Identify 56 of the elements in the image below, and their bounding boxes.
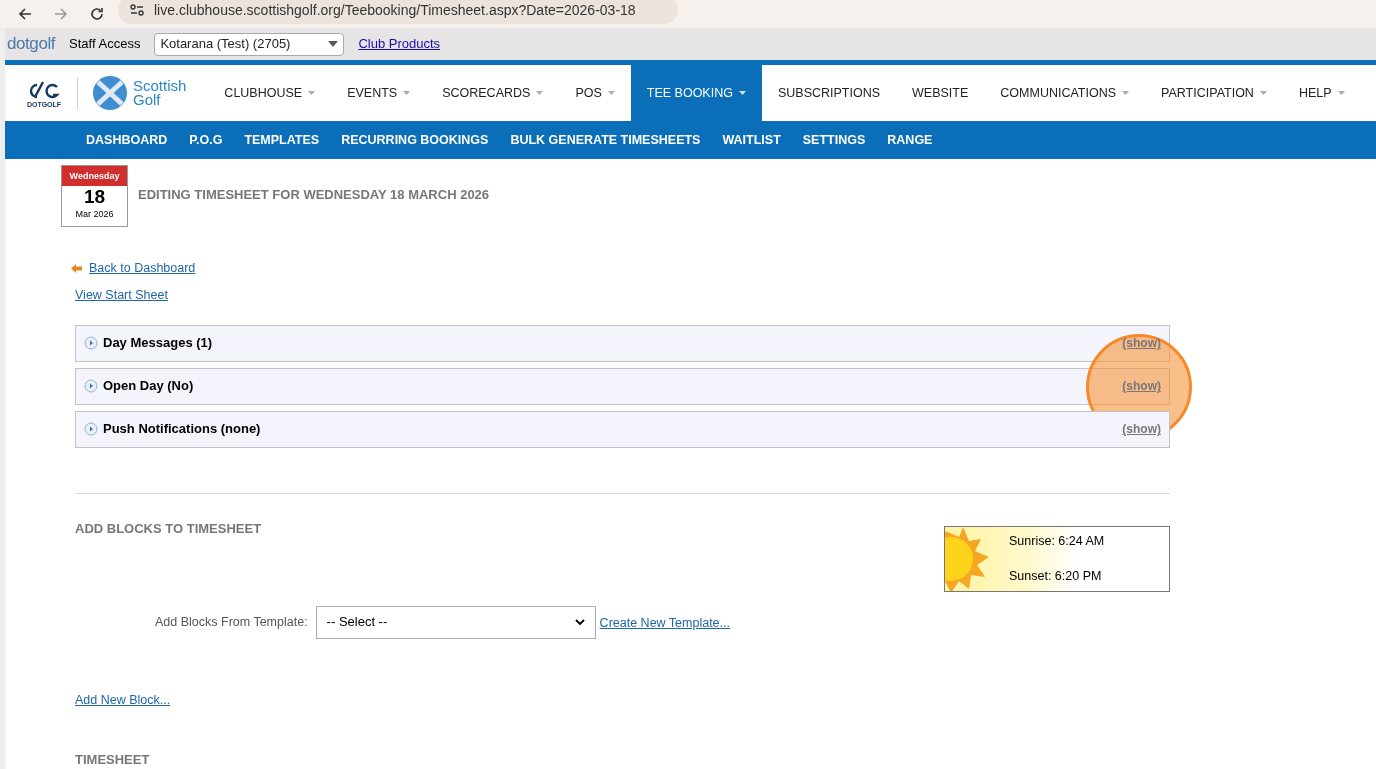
saltire-globe-icon — [92, 75, 128, 111]
site-settings-icon[interactable] — [130, 4, 144, 16]
collapsible-panel[interactable]: Day Messages (1) (show) — [75, 324, 1170, 362]
nav-tab[interactable]: HELP — [1282, 65, 1361, 121]
scottish-golf-wordmark: Scottish Golf — [133, 79, 187, 107]
nav-tab[interactable]: WEBSITE — [896, 65, 985, 121]
nav-tab[interactable]: TEE BOOKING — [630, 65, 762, 121]
expand-icon — [84, 336, 98, 350]
subnav-link[interactable]: RANGE — [876, 130, 944, 150]
back-link[interactable]: Back to Dashboard — [89, 259, 196, 278]
collapsible-panel[interactable]: Open Day (No) (show) — [75, 367, 1170, 405]
start-sheet-link[interactable]: View Start Sheet — [75, 285, 168, 305]
nav-tab[interactable]: POS — [559, 65, 631, 121]
add-block-link[interactable]: Add New Block... — [75, 690, 171, 710]
panel-title: Push Notifications (none) — [103, 420, 261, 439]
sunrise-text: Sunrise: 6:24 AM — [1009, 532, 1106, 550]
nav-tab[interactable]: EVENTS — [331, 65, 427, 121]
collapsible-panel[interactable]: Push Notifications (none) (show) — [75, 410, 1170, 448]
chevron-down-icon — [574, 618, 585, 626]
dotgolf-logo: dotgolf — [7, 33, 56, 56]
dropdown-icon — [328, 41, 339, 47]
club-products-link[interactable]: Club Products — [358, 34, 441, 54]
forward-icon[interactable] — [54, 7, 68, 21]
show-link[interactable]: (show) — [1122, 420, 1161, 438]
page-title: EDITING TIMESHEET FOR WEDNESDAY 18 MARCH 2026 — [138, 186, 490, 204]
subnav-link[interactable]: TEMPLATES — [233, 130, 331, 150]
expand-icon — [84, 379, 98, 393]
subnav-link[interactable]: SETTINGS — [791, 130, 877, 150]
subnav-link[interactable]: WAITLIST — [711, 130, 792, 150]
subnav-link[interactable]: DASHBOARD — [75, 130, 179, 150]
create-template-link[interactable]: Create New Template... — [599, 614, 730, 633]
calendar-badge: Wednesday 18 Mar 2026 — [61, 165, 128, 227]
address-bar[interactable]: live.clubhouse.scottishgolf.org/Teebooking/Timesheet.aspx?Date=2026-03-18 — [118, 0, 678, 24]
left-arrow-icon — [71, 263, 82, 273]
subnav-link[interactable]: RECURRING BOOKINGS — [330, 130, 500, 150]
sun-icon — [945, 526, 989, 591]
panel-title: Day Messages (1) — [103, 334, 213, 353]
nav-tab[interactable]: SUBSCRIPTIONS — [761, 65, 897, 121]
nav-tab[interactable]: SCORECARDS — [426, 65, 560, 121]
club-select[interactable]: Kotarana (Test) (2705) — [154, 32, 345, 56]
url-text: live.clubhouse.scottishgolf.org/Teebooking/Timesheet.aspx?Date=2026-03-18 — [154, 0, 636, 20]
nav-tab[interactable]: COMMUNICATIONS — [984, 65, 1146, 121]
section-heading: TIMESHEET — [75, 753, 151, 768]
section-heading: ADD BLOCKS TO TIMESHEET — [75, 519, 262, 538]
expand-icon — [84, 422, 98, 436]
staff-access-label: Staff Access — [69, 35, 141, 54]
template-label: Add Blocks From Template: — [155, 613, 308, 631]
subnav-link[interactable]: P.O.G — [178, 130, 234, 150]
nav-tab[interactable]: PARTICIPATION — [1145, 65, 1283, 121]
nav-tab[interactable]: CLUBHOUSE — [208, 65, 332, 121]
panel-title: Open Day (No) — [103, 377, 194, 396]
template-select[interactable]: -- Select -- — [315, 605, 596, 639]
sunset-text: Sunset: 6:20 PM — [1009, 567, 1103, 585]
subnav-link[interactable]: BULK GENERATE TIMESHEETS — [499, 130, 712, 150]
back-icon[interactable] — [18, 7, 32, 21]
reload-icon[interactable] — [90, 7, 104, 21]
